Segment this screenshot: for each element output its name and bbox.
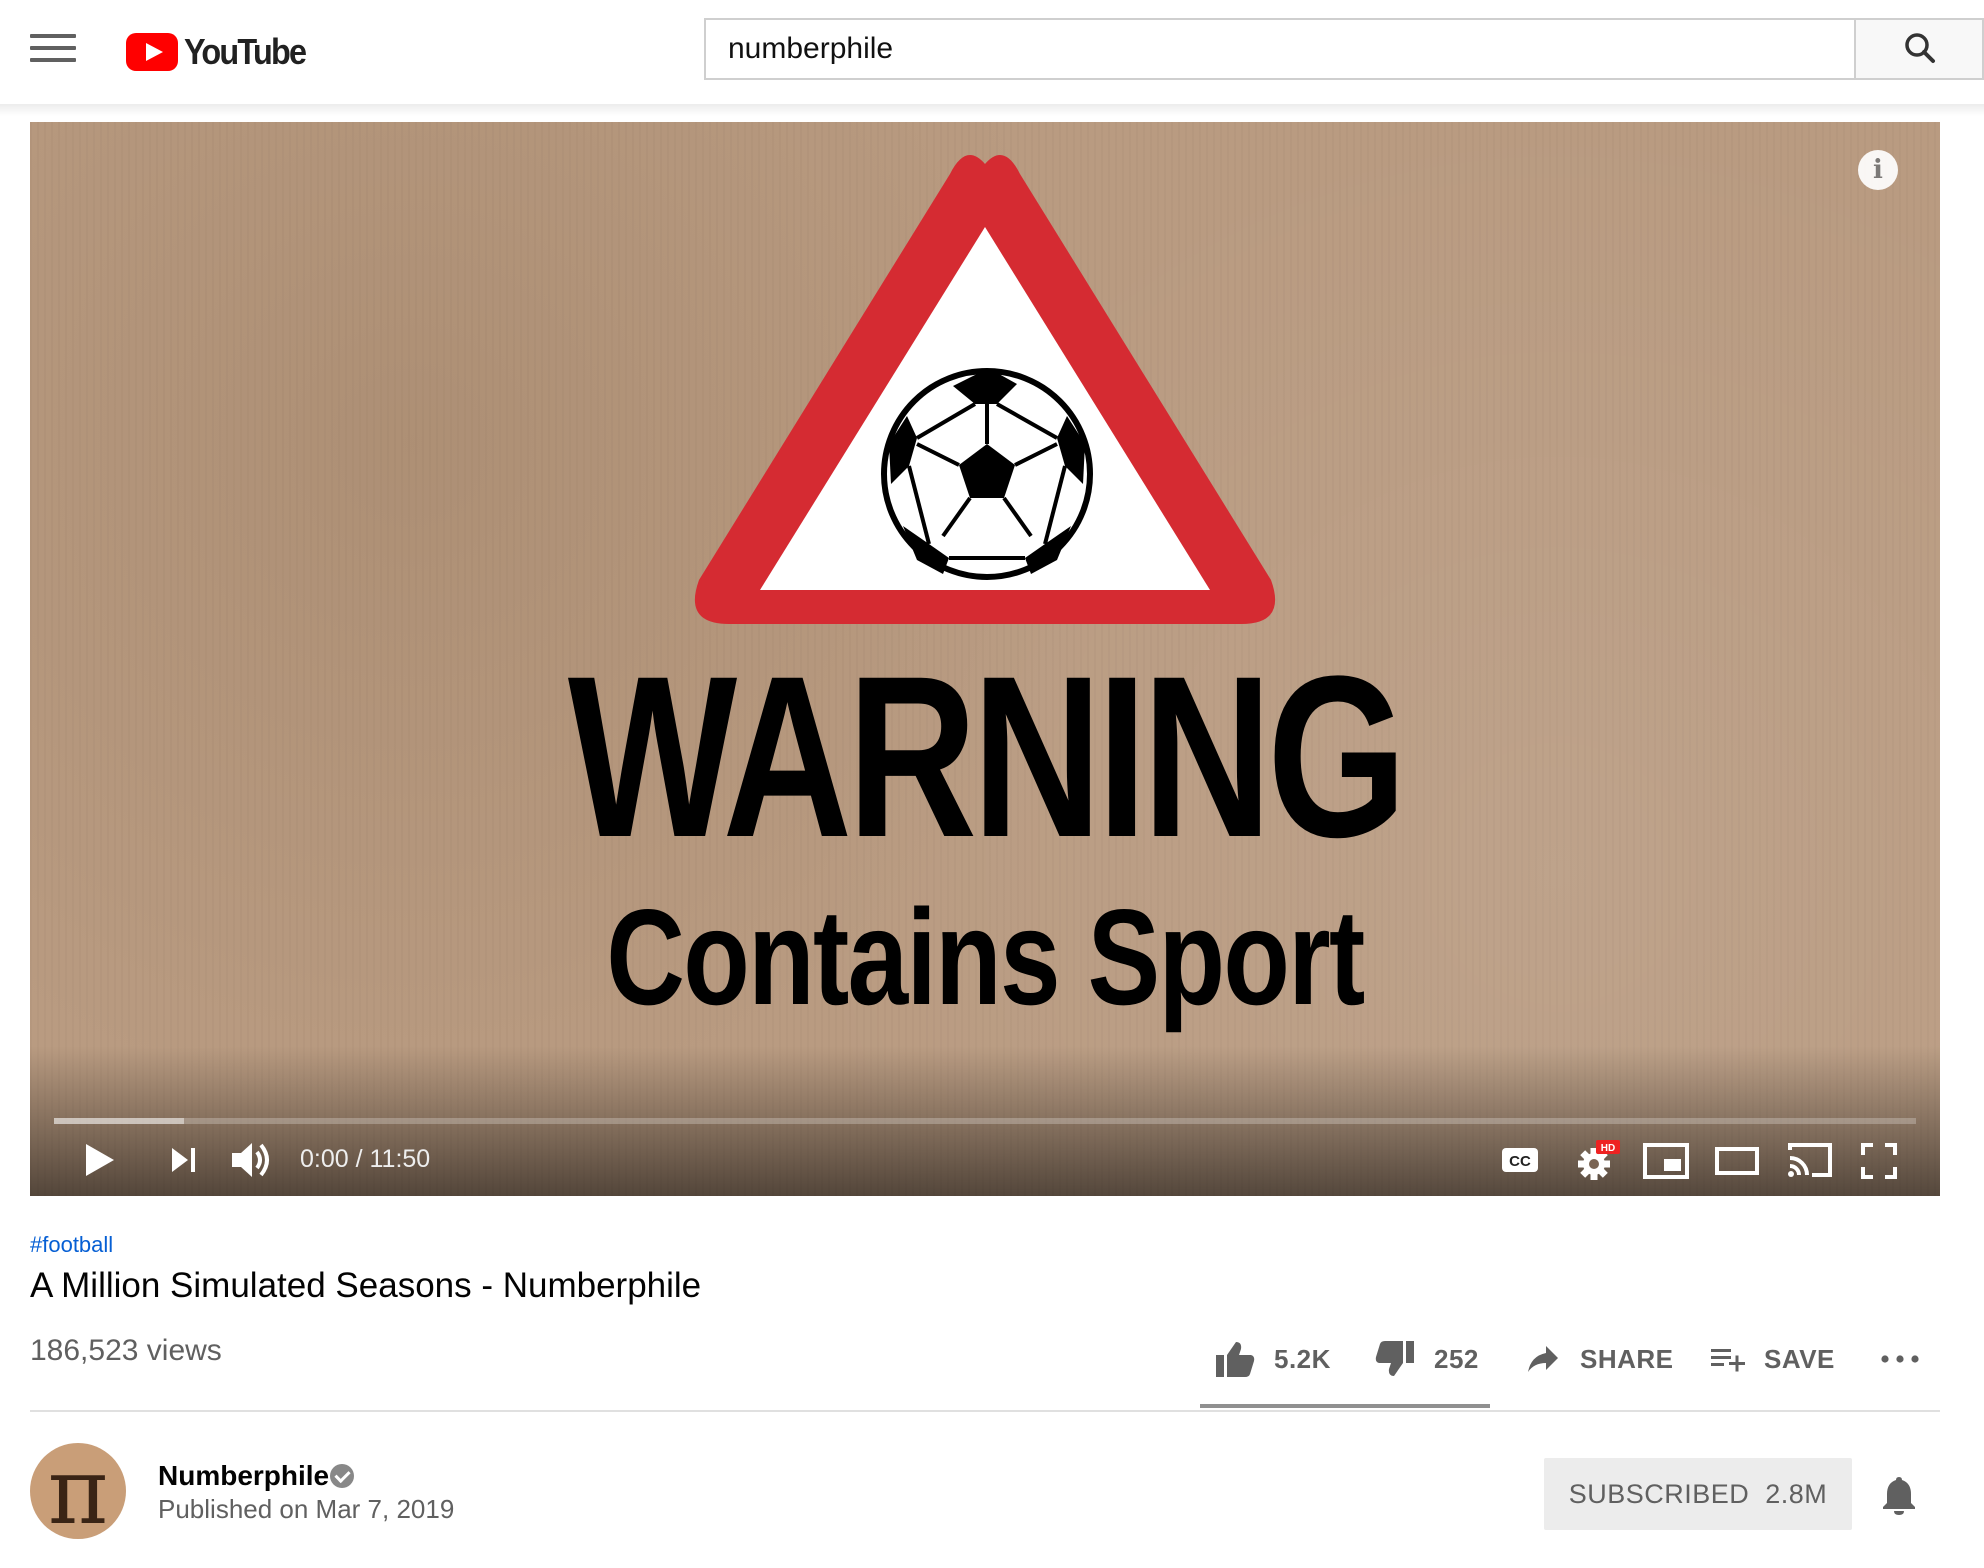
- masthead: YouTube: [0, 0, 1984, 104]
- youtube-play-logo-icon: [126, 33, 178, 71]
- dislike-button[interactable]: 252: [1374, 1336, 1479, 1382]
- bell-icon[interactable]: [1880, 1474, 1918, 1516]
- settings-icon[interactable]: HD: [1574, 1138, 1622, 1182]
- miniplayer-icon[interactable]: [1642, 1142, 1690, 1180]
- like-count: 5.2K: [1274, 1343, 1331, 1374]
- share-label: SHARE: [1580, 1343, 1674, 1374]
- progress-buffer: [54, 1118, 185, 1124]
- cast-icon[interactable]: [1786, 1140, 1834, 1180]
- view-count: 186,523 views: [30, 1334, 222, 1367]
- divider: [30, 1410, 1940, 1412]
- share-icon: [1528, 1346, 1558, 1372]
- header-shadow: [0, 104, 1984, 116]
- more-icon: [1881, 1355, 1919, 1363]
- sentiment-bar: [1200, 1404, 1490, 1408]
- soccer-ball-icon: [881, 368, 1093, 580]
- youtube-logo[interactable]: YouTube: [126, 30, 319, 74]
- avatar-pi-glyph: π: [47, 1443, 109, 1539]
- svg-text:HD: HD: [1601, 1143, 1615, 1154]
- info-icon[interactable]: i: [1858, 150, 1898, 190]
- save-label: SAVE: [1764, 1343, 1835, 1374]
- time-display: 0:00 / 11:50: [300, 1145, 431, 1173]
- save-button[interactable]: SAVE: [1710, 1336, 1835, 1382]
- channel-name[interactable]: Numberphile: [158, 1460, 329, 1492]
- save-playlist-icon: [1711, 1349, 1745, 1372]
- share-button[interactable]: SHARE: [1526, 1336, 1674, 1382]
- logo-text: YouTube: [184, 31, 307, 72]
- overlay-title: WARNING: [567, 628, 1407, 885]
- subscribe-button[interactable]: SUBSCRIBED 2.8M: [1544, 1458, 1852, 1530]
- warning-sign-graphic: [694, 155, 1276, 624]
- search-input[interactable]: [706, 20, 1854, 78]
- channel-avatar[interactable]: π: [30, 1443, 126, 1539]
- dislike-count: 252: [1434, 1343, 1479, 1374]
- search-box: [704, 18, 1854, 80]
- like-button[interactable]: 5.2K: [1214, 1336, 1331, 1382]
- fullscreen-icon[interactable]: [1860, 1142, 1898, 1180]
- video-title: A Million Simulated Seasons - Numberphil…: [30, 1266, 702, 1305]
- svg-text:CC: CC: [1509, 1153, 1531, 1170]
- hashtag-link[interactable]: #football: [30, 1232, 113, 1258]
- subscribe-label: SUBSCRIBED: [1568, 1478, 1750, 1509]
- menu-icon[interactable]: [30, 34, 76, 70]
- video-player[interactable]: WARNING Contains Sport i 0:00 / 11:50 CC: [30, 122, 1940, 1196]
- more-actions-button[interactable]: [1880, 1336, 1920, 1382]
- progress-bar[interactable]: [54, 1118, 1916, 1124]
- play-icon[interactable]: [82, 1140, 118, 1180]
- theater-icon[interactable]: [1714, 1144, 1760, 1178]
- next-icon[interactable]: [168, 1144, 200, 1176]
- thumbs-down-icon: [1375, 1341, 1414, 1376]
- verified-icon: [330, 1464, 354, 1488]
- search-icon: [1905, 33, 1935, 63]
- thumbs-up-icon: [1216, 1342, 1255, 1377]
- subscriber-count: 2.8M: [1765, 1478, 1828, 1509]
- search-button[interactable]: [1854, 18, 1984, 80]
- volume-icon[interactable]: [230, 1140, 274, 1180]
- overlay-subtitle: Contains Sport: [606, 881, 1365, 1033]
- publish-date: Published on Mar 7, 2019: [158, 1494, 455, 1524]
- captions-icon[interactable]: CC: [1500, 1144, 1540, 1176]
